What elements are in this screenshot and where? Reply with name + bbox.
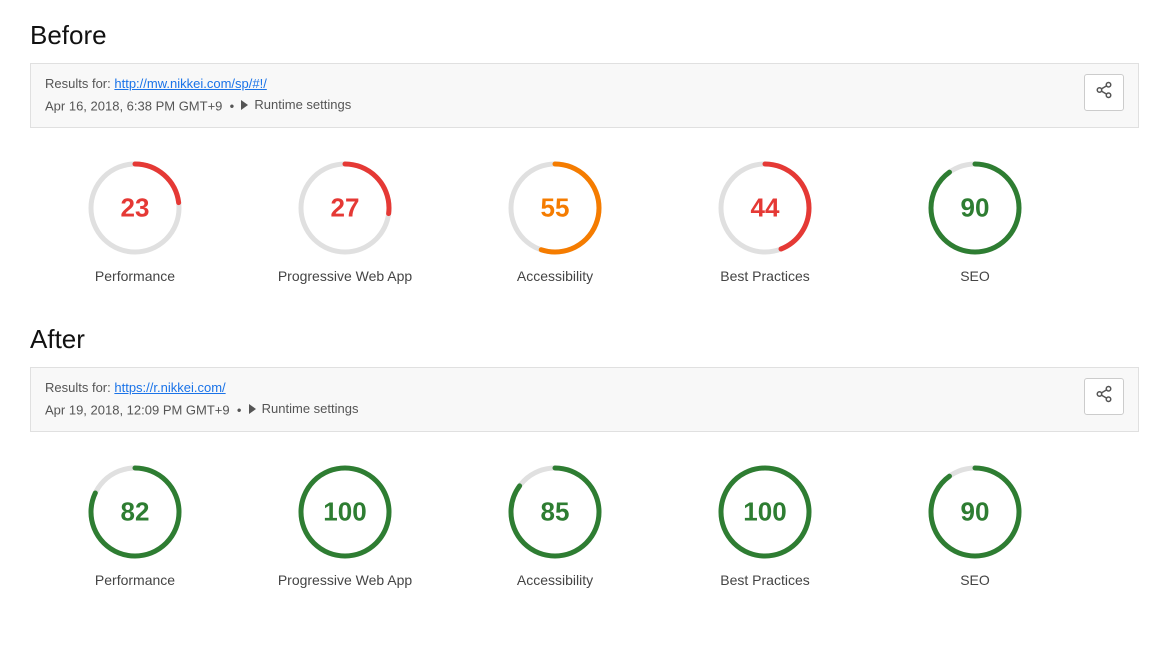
- before-url-link[interactable]: http://mw.nikkei.com/sp/#!/: [114, 76, 266, 91]
- after-url-link[interactable]: https://r.nikkei.com/: [114, 380, 225, 395]
- after-results-bar: Results for: https://r.nikkei.com/ Apr 1…: [30, 367, 1139, 432]
- share-icon: [1095, 81, 1113, 99]
- after-date: Apr 19, 2018, 12:09 PM GMT+9: [45, 402, 230, 417]
- before-share-button[interactable]: [1084, 74, 1124, 111]
- after-circle-accessibility: 85: [505, 462, 605, 562]
- runtime-arrow-icon-after: [249, 404, 256, 414]
- before-value-pwa: 27: [331, 192, 360, 223]
- after-scores-row: 82 Performance 100 Progressive Web App 8…: [30, 452, 1139, 598]
- before-score-pwa: 27 Progressive Web App: [240, 158, 450, 284]
- after-value-seo: 90: [961, 496, 990, 527]
- after-results-info: Results for: https://r.nikkei.com/ Apr 1…: [45, 378, 358, 421]
- after-value-best-practices: 100: [743, 496, 786, 527]
- after-value-accessibility: 85: [541, 496, 570, 527]
- before-title: Before: [30, 20, 1139, 51]
- after-score-accessibility: 85 Accessibility: [450, 462, 660, 588]
- before-scores-row: 23 Performance 27 Progressive Web App 55…: [30, 148, 1139, 294]
- runtime-arrow-icon: [241, 100, 248, 110]
- before-results-bar: Results for: http://mw.nikkei.com/sp/#!/…: [30, 63, 1139, 128]
- after-label-pwa: Progressive Web App: [278, 572, 412, 588]
- after-label-accessibility: Accessibility: [517, 572, 593, 588]
- before-value-best-practices: 44: [751, 192, 780, 223]
- after-circle-performance: 82: [85, 462, 185, 562]
- before-circle-best-practices: 44: [715, 158, 815, 258]
- share-icon-after: [1095, 385, 1113, 403]
- after-circle-pwa: 100: [295, 462, 395, 562]
- after-share-button[interactable]: [1084, 378, 1124, 415]
- after-value-pwa: 100: [323, 496, 366, 527]
- after-score-best-practices: 100 Best Practices: [660, 462, 870, 588]
- after-circle-seo: 90: [925, 462, 1025, 562]
- after-score-seo: 90 SEO: [870, 462, 1080, 588]
- after-results-label: Results for:: [45, 380, 111, 395]
- before-label-best-practices: Best Practices: [720, 268, 809, 284]
- before-score-best-practices: 44 Best Practices: [660, 158, 870, 284]
- before-section: Before Results for: http://mw.nikkei.com…: [30, 20, 1139, 294]
- before-circle-accessibility: 55: [505, 158, 605, 258]
- before-circle-performance: 23: [85, 158, 185, 258]
- before-score-accessibility: 55 Accessibility: [450, 158, 660, 284]
- before-label-pwa: Progressive Web App: [278, 268, 412, 284]
- before-results-label: Results for:: [45, 76, 111, 91]
- before-results-info: Results for: http://mw.nikkei.com/sp/#!/…: [45, 74, 351, 117]
- after-score-pwa: 100 Progressive Web App: [240, 462, 450, 588]
- after-title: After: [30, 324, 1139, 355]
- before-score-performance: 23 Performance: [30, 158, 240, 284]
- before-circle-seo: 90: [925, 158, 1025, 258]
- before-circle-pwa: 27: [295, 158, 395, 258]
- before-label-seo: SEO: [960, 268, 990, 284]
- before-value-accessibility: 55: [541, 192, 570, 223]
- after-label-performance: Performance: [95, 572, 175, 588]
- before-value-seo: 90: [961, 192, 990, 223]
- after-label-seo: SEO: [960, 572, 990, 588]
- after-runtime: Runtime settings: [249, 399, 359, 420]
- after-score-performance: 82 Performance: [30, 462, 240, 588]
- before-runtime: Runtime settings: [241, 95, 351, 116]
- before-label-accessibility: Accessibility: [517, 268, 593, 284]
- before-value-performance: 23: [121, 192, 150, 223]
- before-score-seo: 90 SEO: [870, 158, 1080, 284]
- before-date: Apr 16, 2018, 6:38 PM GMT+9: [45, 98, 222, 113]
- after-section: After Results for: https://r.nikkei.com/…: [30, 324, 1139, 598]
- after-label-best-practices: Best Practices: [720, 572, 809, 588]
- after-circle-best-practices: 100: [715, 462, 815, 562]
- after-value-performance: 82: [121, 496, 150, 527]
- before-label-performance: Performance: [95, 268, 175, 284]
